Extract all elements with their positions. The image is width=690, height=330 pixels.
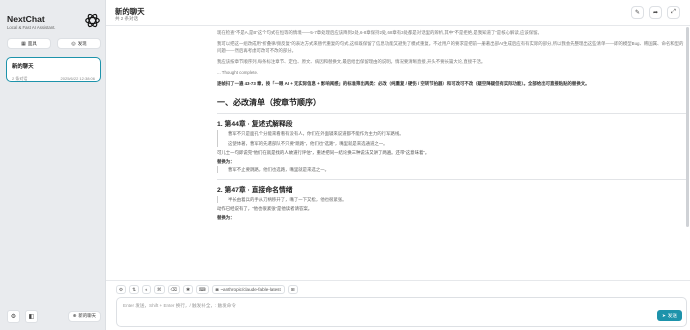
send-label: 发送: [667, 312, 677, 318]
edit-icon[interactable]: ✎: [631, 6, 644, 19]
new-chat-button[interactable]: ⊕ 新的聊天: [67, 310, 101, 322]
mask-label: 面具: [27, 40, 37, 46]
mask-tool-icon[interactable]: ⌘: [153, 285, 165, 294]
plugin-icon[interactable]: ⊞: [287, 285, 298, 294]
chat-list-item[interactable]: 新的聊天 2 条对话 2025/6/22 12:38:06: [6, 57, 101, 82]
mask-icon: ▦: [21, 40, 26, 47]
discover-button[interactable]: ◎ 发现: [57, 38, 101, 49]
quote-line: 半长由着兵的手从刀柄移开了，嘴了一下又松，他也很紧张。: [228, 197, 347, 202]
app-subtitle: Local & Fast AI Assistant.: [7, 25, 56, 30]
input-panel: ⚙ ⇅ ◐ ⌘ ⌫ ✱ ⌨ ◙ ~anthropic/claude-fable-…: [106, 280, 690, 330]
send-button[interactable]: ➤ 发送: [656, 310, 682, 321]
robot-icon: ◙: [215, 287, 219, 292]
chat-item-title: 新的聊天: [12, 64, 34, 70]
replacement-quote: 曹军不止要跳路，他们也选路，嘴里就是来选之一。: [217, 166, 687, 173]
replacement-text: 曹军不止要跳路，他们也选路，嘴里就是来选之一。: [228, 167, 329, 172]
message-content: 现在检查“不是A,是B”这个句式在恒等的情境——5-7章处理后应该降到2处,6-…: [217, 27, 687, 280]
clear-icon[interactable]: ⌫: [167, 285, 181, 294]
scrollbar-thumb[interactable]: [686, 27, 689, 227]
chatgpt-logo-icon: [85, 13, 100, 28]
item-note: 动作已经说有了，“他也很紧张”是他读者请答案。: [217, 206, 313, 211]
chat-header: 新的聊天 共 2 条对话 ✎ ➦ ⤢: [106, 0, 690, 26]
item-title: 1. 第44章 · 复述式解释段: [217, 121, 293, 128]
app: NextChat Local & Fast AI Assistant. ▦ 面具…: [0, 0, 690, 330]
item-note: 可儿士一句即说完“他们在就是找的人故道行评估”，重述把同一结论换三种说法又讲了两…: [217, 150, 430, 155]
app-title: NextChat: [7, 14, 45, 24]
fullscreen-icon[interactable]: ⤢: [667, 6, 680, 19]
replacement-label: 替换为：: [217, 159, 235, 164]
chat-subtitle: 共 2 条对话: [115, 16, 139, 21]
item-quote: 半长由着兵的手从刀柄移开了，嘴了一下又松，他也很紧张。: [217, 196, 687, 203]
replacement-label: 替换为：: [217, 215, 235, 220]
reasoning-paragraph-3: 我应该按章节顺序列,每条标注章节、定位、原文、病因和替换文,最后给出保留理由的说…: [217, 59, 486, 64]
quote-line: 这使体著，曹军的先遣部队不只要“跳路”，他们也“选路”，嘴里就是来选通道之一。: [228, 141, 388, 146]
discover-icon: ◎: [71, 40, 76, 47]
prompt-icon[interactable]: ⇅: [129, 285, 139, 294]
reasoning-paragraph-1: 现在检查“不是A,是B”这个句式在恒等的情境——5-7章处理后应该降到2处,6-…: [217, 30, 542, 35]
chat-item-time: 2025/6/22 12:38:06: [60, 76, 95, 81]
thought-complete: ... Thought complete.: [217, 70, 259, 75]
send-icon: ➤: [661, 312, 666, 318]
quote-line: 曹军不只是面孔个分能来看看有没有人，你们在外面辍来说道都不能作为主力的行军路线。: [228, 131, 404, 136]
reasoning-paragraph-2: 我可以把这一组改成用“折叠律/频反复”的表达方式来替代重复的句式,这样既保留了信…: [217, 41, 684, 53]
github-icon[interactable]: ◧: [25, 309, 38, 323]
brain-icon[interactable]: ✱: [183, 285, 193, 294]
chat-item-meta: 2 条对话 2025/6/22 12:38:06: [12, 76, 95, 82]
chat-input[interactable]: Enter 发送，Shift + Enter 换行，/ 触发补全，: 触发命令 …: [116, 297, 687, 327]
summary-paragraph: 逐帧扫了一遍 43-73 章，按「一眼 AI + 无实际信息 + 影响阅感」的标…: [217, 81, 590, 86]
plus-icon: ⊕: [72, 313, 77, 318]
chat-main: 新的聊天 共 2 条对话 ✎ ➦ ⤢ 现在检查“不是A,是B”这个句式在恒等的情…: [106, 0, 690, 330]
discover-label: 发现: [77, 40, 87, 46]
share-icon[interactable]: ➦: [649, 6, 662, 19]
model-label: ~anthropic/claude-fable-latest: [220, 287, 281, 292]
settings-tool-icon[interactable]: ⚙: [116, 285, 127, 294]
brand: NextChat Local & Fast AI Assistant.: [7, 14, 55, 30]
divider: [217, 179, 687, 180]
mask-button[interactable]: ▦ 面具: [7, 38, 51, 49]
settings-icon[interactable]: ⚙: [7, 309, 20, 323]
input-toolbar: ⚙ ⇅ ◐ ⌘ ⌫ ✱ ⌨ ◙ ~anthropic/claude-fable-…: [116, 285, 298, 294]
sidebar-actions: ▦ 面具 ◎ 发现: [7, 38, 101, 49]
chat-input-placeholder: Enter 发送，Shift + Enter 换行，/ 触发补全，: 触发命令: [123, 303, 236, 308]
theme-icon[interactable]: ◐: [141, 285, 151, 294]
sidebar-footer: ⚙ ◧ ⊕ 新的聊天: [7, 309, 101, 323]
model-selector[interactable]: ◙ ~anthropic/claude-fable-latest: [211, 285, 285, 294]
section-title: 一、必改清单（按章节顺序）: [217, 98, 321, 107]
divider: [217, 113, 687, 114]
shortcut-icon[interactable]: ⌨: [195, 285, 209, 294]
header-actions: ✎ ➦ ⤢: [631, 6, 680, 19]
scrollbar[interactable]: [686, 27, 689, 280]
item-quote: 曹军不只是面孔个分能来看看有没有人，你们在外面辍来说道都不能作为主力的行军路线。…: [217, 130, 687, 147]
item-title: 2. 第47章 · 直接命名情绪: [217, 187, 293, 194]
sidebar: NextChat Local & Fast AI Assistant. ▦ 面具…: [0, 0, 106, 330]
new-chat-label: 新的聊天: [78, 313, 96, 318]
chat-item-count: 2 条对话: [12, 76, 28, 81]
